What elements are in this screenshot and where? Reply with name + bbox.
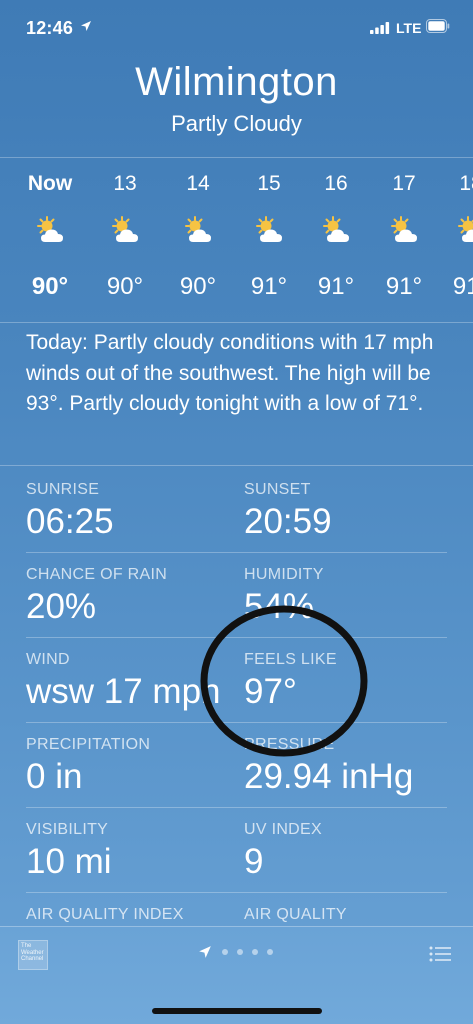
- hour-label: 18: [459, 172, 473, 195]
- uv-index-value: 9: [244, 842, 264, 881]
- partly-cloudy-day-icon: [458, 216, 473, 242]
- home-indicator[interactable]: [152, 1008, 322, 1014]
- sunrise-value: 06:25: [26, 502, 114, 541]
- precipitation-label: PRECIPITATION: [26, 736, 151, 753]
- location-arrow-icon: [199, 946, 211, 958]
- daily-summary: Today: Partly cloudy conditions with 17 …: [26, 331, 434, 415]
- pressure-value: 29.94 inHg: [244, 757, 414, 796]
- hour-temp: 91°: [452, 273, 473, 300]
- page-dot: [237, 949, 243, 955]
- hour-item: 15 91°: [231, 160, 307, 320]
- hour-temp: 91°: [317, 273, 355, 300]
- humidity-label: HUMIDITY: [244, 566, 324, 583]
- hour-label: 17: [392, 172, 416, 195]
- divider: [0, 157, 473, 158]
- current-condition: Partly Cloudy: [171, 111, 302, 136]
- row-divider: [26, 552, 447, 553]
- wind-value: wsw 17 mph: [26, 672, 221, 711]
- list-icon[interactable]: [429, 946, 451, 962]
- annotation-circle: [200, 605, 368, 757]
- uv-index-label: UV INDEX: [244, 821, 322, 838]
- city-name: Wilmington: [135, 60, 338, 104]
- divider: [0, 465, 473, 466]
- chance-of-rain-label: CHANCE OF RAIN: [26, 566, 168, 583]
- precipitation-value: 0 in: [26, 757, 83, 796]
- row-divider: [26, 892, 447, 893]
- hour-label: 16: [324, 172, 348, 195]
- hour-temp: 90°: [106, 273, 144, 300]
- status-time: 12:46: [26, 18, 74, 38]
- hour-temp: 91°: [385, 273, 423, 300]
- hour-item: 14 90°: [160, 160, 236, 320]
- page-dot: [252, 949, 258, 955]
- hourly-forecast[interactable]: Now 90° 13 90° 14 90° 15 91° 16 91° 17 9…: [0, 160, 473, 320]
- hour-item-now: Now 90°: [12, 160, 88, 320]
- network-type: LTE: [396, 20, 422, 36]
- sunrise-label: SUNRISE: [26, 481, 100, 498]
- weather-channel-logo[interactable]: The Weather Channel: [18, 940, 48, 970]
- wind-label: WIND: [26, 651, 70, 668]
- row-divider: [26, 807, 447, 808]
- hour-item: 18 91°: [433, 160, 473, 320]
- visibility-label: VISIBILITY: [26, 821, 109, 838]
- hour-temp: 90°: [31, 273, 69, 300]
- page-indicator[interactable]: [198, 944, 278, 960]
- hour-label: 14: [186, 172, 210, 195]
- cellular-signal-icon: [370, 22, 390, 34]
- hour-label: 13: [113, 172, 137, 195]
- hour-temp: 91°: [250, 273, 288, 300]
- partly-cloudy-day-icon: [112, 216, 138, 242]
- partly-cloudy-day-icon: [37, 216, 63, 242]
- sunset-value: 20:59: [244, 502, 332, 541]
- air-quality-label: AIR QUALITY: [244, 906, 347, 923]
- location-arrow-icon: [81, 21, 91, 31]
- sunset-label: SUNSET: [244, 481, 311, 498]
- hour-item: 17 91°: [366, 160, 442, 320]
- partly-cloudy-day-icon: [185, 216, 211, 242]
- status-bar: 12:46 LTE: [0, 0, 473, 56]
- weather-channel-logo-text: The Weather Channel: [21, 943, 44, 962]
- partly-cloudy-day-icon: [256, 216, 282, 242]
- visibility-value: 10 mi: [26, 842, 112, 881]
- battery-icon: [426, 19, 450, 33]
- divider: [0, 322, 473, 323]
- air-quality-index-label: AIR QUALITY INDEX: [26, 906, 184, 923]
- page-dot: [267, 949, 273, 955]
- hour-item: 16 91°: [298, 160, 374, 320]
- page-dot: [222, 949, 228, 955]
- partly-cloudy-day-icon: [323, 216, 349, 242]
- partly-cloudy-day-icon: [391, 216, 417, 242]
- chance-of-rain-value: 20%: [26, 587, 97, 626]
- hour-label: 15: [257, 172, 281, 195]
- hour-temp: 90°: [179, 273, 217, 300]
- hour-item: 13 90°: [87, 160, 163, 320]
- toolbar-divider: [0, 926, 473, 927]
- hour-label: Now: [27, 172, 73, 195]
